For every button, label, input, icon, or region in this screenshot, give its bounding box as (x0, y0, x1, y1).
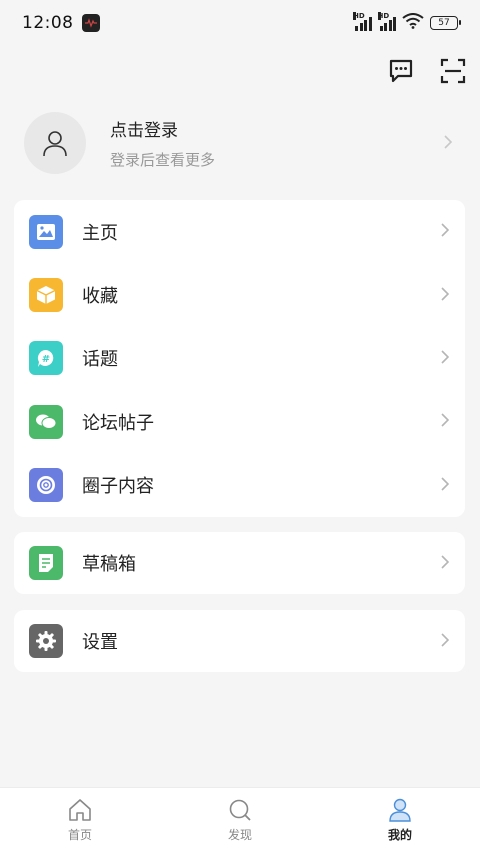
signal-icon-2: HD (377, 12, 396, 31)
menu-label: 话题 (82, 349, 118, 371)
message-icon[interactable] (386, 56, 416, 86)
menu-group-drafts: 草稿箱 (14, 532, 465, 594)
tab-mine[interactable]: 我的 (320, 788, 480, 853)
box-icon (29, 278, 63, 313)
draft-icon (29, 546, 63, 580)
svg-text:#: # (42, 354, 50, 365)
menu-item-topics[interactable]: # 话题 (14, 327, 465, 390)
person-icon (389, 798, 411, 822)
tab-discover[interactable]: 发现 (160, 788, 320, 853)
menu-item-settings[interactable]: 设置 (14, 610, 465, 672)
home-icon (69, 799, 91, 821)
app-notification-icon (81, 14, 100, 32)
bottom-tab-bar: 首页 发现 我的 (0, 787, 480, 853)
menu-item-forum-posts[interactable]: 论坛帖子 (14, 390, 465, 453)
chevron-right-icon (441, 412, 450, 431)
menu-group-main: 主页 收藏 # 话题 论坛帖子 圈子内容 (14, 200, 465, 517)
login-title: 点击登录 (110, 121, 178, 141)
chevron-right-icon (441, 222, 450, 241)
top-actions (386, 56, 468, 86)
menu-label: 圈子内容 (82, 476, 154, 498)
battery-icon: 57 (430, 16, 461, 30)
login-profile[interactable]: 点击登录 登录后查看更多 (24, 112, 460, 174)
person-icon (43, 131, 67, 157)
scan-icon[interactable] (438, 56, 468, 86)
menu-label: 主页 (82, 222, 118, 244)
menu-item-home[interactable]: 主页 (14, 200, 465, 263)
wifi-icon (402, 13, 424, 33)
chevron-right-icon (441, 554, 450, 573)
login-subtitle: 登录后查看更多 (110, 151, 216, 169)
chat-bubbles-icon (29, 404, 63, 439)
chevron-right-icon (441, 476, 450, 495)
chevron-right-icon (441, 632, 450, 651)
menu-group-settings: 设置 (14, 610, 465, 672)
tab-label: 我的 (387, 828, 412, 842)
signal-icon: HD (353, 12, 372, 31)
menu-label: 设置 (82, 632, 118, 653)
avatar (24, 112, 86, 174)
chevron-right-icon (444, 134, 453, 153)
status-time: 12:08 (22, 13, 74, 33)
chevron-right-icon (441, 349, 450, 368)
menu-label: 收藏 (82, 286, 118, 308)
menu-item-circle-content[interactable]: 圈子内容 (14, 454, 465, 517)
chevron-right-icon (441, 286, 450, 305)
image-icon (29, 214, 63, 249)
circle-icon (29, 468, 63, 503)
menu-label: 草稿箱 (82, 554, 136, 575)
tab-home[interactable]: 首页 (0, 788, 160, 853)
search-icon (229, 799, 251, 821)
gear-icon (29, 624, 63, 658)
menu-item-drafts[interactable]: 草稿箱 (14, 532, 465, 594)
tab-label: 首页 (67, 828, 92, 842)
status-bar: 12:08 HD HD 57 (0, 0, 480, 46)
tab-label: 发现 (227, 828, 252, 842)
hashtag-icon: # (29, 341, 63, 376)
menu-label: 论坛帖子 (82, 412, 154, 434)
menu-item-favorites[interactable]: 收藏 (14, 263, 465, 326)
